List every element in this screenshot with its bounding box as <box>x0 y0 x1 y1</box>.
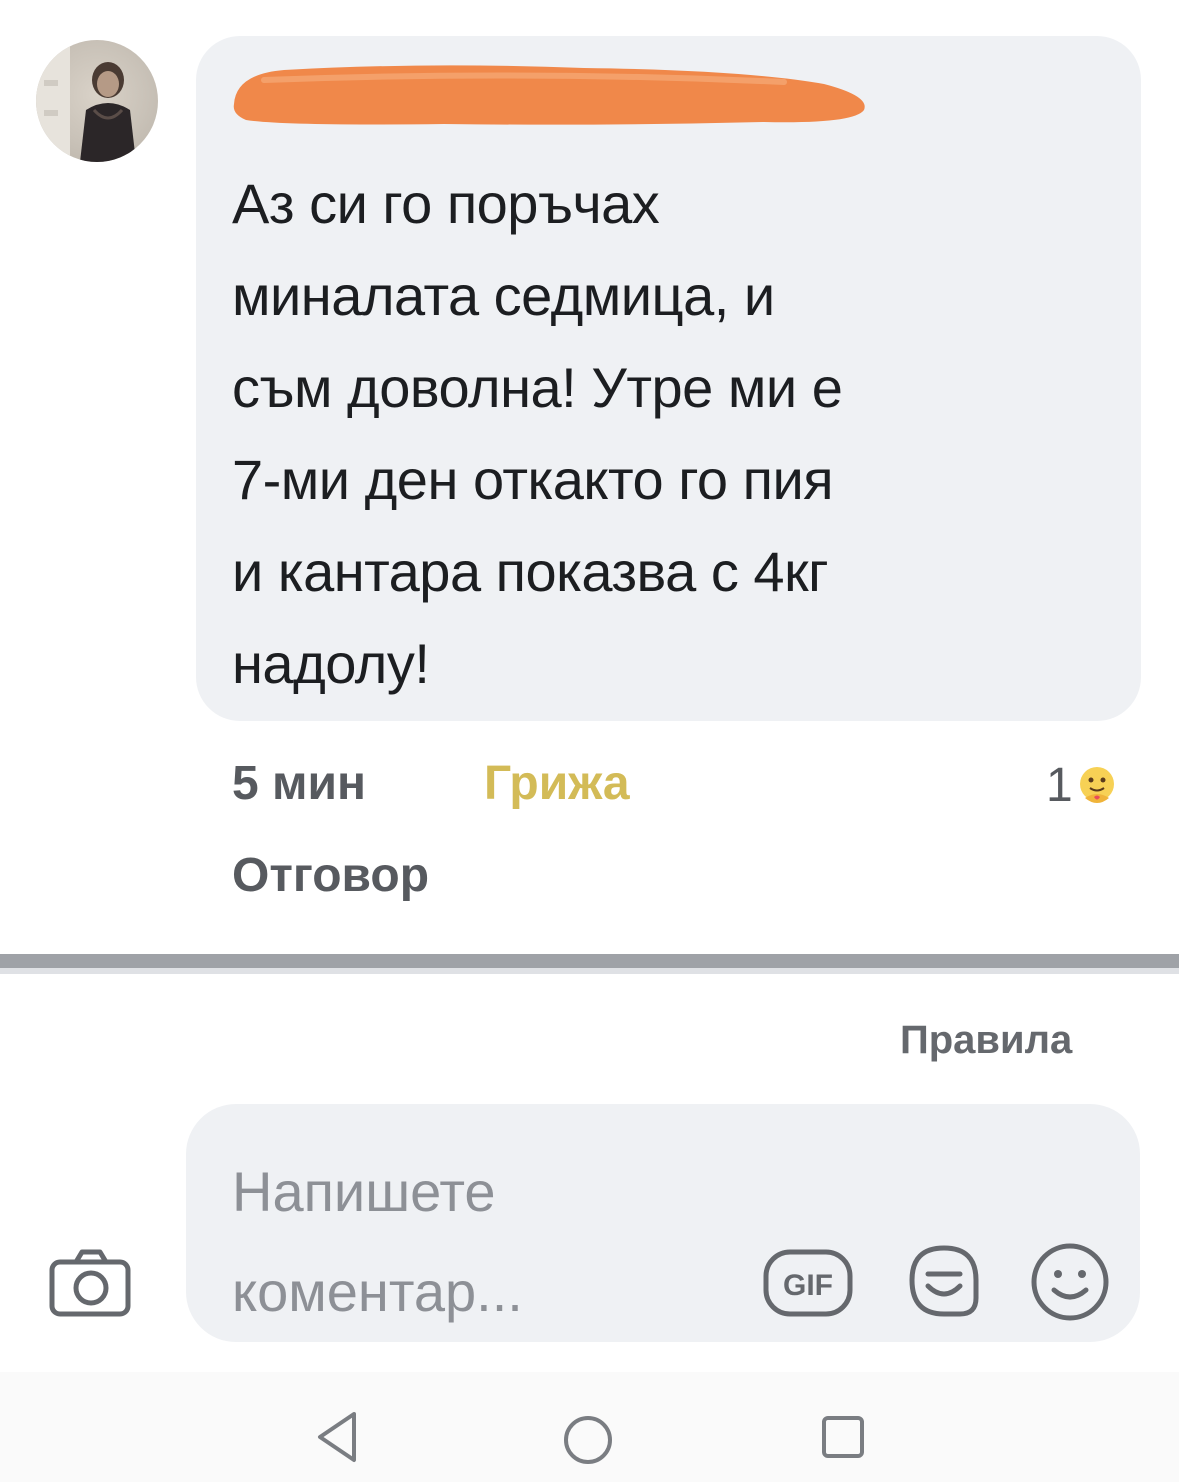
placeholder-line: коментар... <box>232 1260 523 1323</box>
avatar-photo-icon <box>36 40 136 162</box>
comment-line: и кантара показва с 4кг <box>232 540 829 603</box>
comment-input-placeholder: Напишете коментар... <box>232 1142 732 1342</box>
back-triangle-icon <box>318 1412 356 1462</box>
comment-line: надолу! <box>232 632 430 695</box>
reaction-button[interactable]: Грижа <box>484 756 630 811</box>
gif-button[interactable]: GIF <box>762 1248 854 1318</box>
home-circle-icon <box>564 1416 612 1464</box>
comment-line: 7-ми ден откакто го пия <box>232 448 834 511</box>
redacted-name-scribble <box>233 65 865 125</box>
sticker-button[interactable] <box>902 1240 986 1322</box>
comment-timestamp[interactable]: 5 мин <box>232 756 366 811</box>
comment-line: съм доволна! Утре ми е <box>232 356 843 419</box>
comment-line: миналата седмица, и <box>232 264 775 327</box>
camera-button[interactable] <box>48 1246 132 1318</box>
nav-recent-apps-button[interactable] <box>818 1412 868 1462</box>
sticker-icon <box>909 1245 979 1317</box>
camera-icon <box>49 1249 131 1317</box>
placeholder-line: Напишете <box>232 1160 496 1223</box>
reaction-count: 1 <box>1046 759 1073 812</box>
commenter-avatar[interactable] <box>36 40 158 162</box>
emoji-button[interactable] <box>1028 1240 1112 1324</box>
recent-apps-square-icon <box>822 1416 864 1458</box>
emoji-icon <box>1031 1243 1109 1321</box>
reaction-summary[interactable]: 1 <box>1046 758 1117 813</box>
nav-back-button[interactable] <box>312 1408 360 1466</box>
gif-label: GIF <box>783 1269 833 1302</box>
comment-text: Аз си го поръчах миналата седмица, и съм… <box>232 158 1112 710</box>
nav-home-button[interactable] <box>560 1412 616 1468</box>
care-emoji-icon <box>1079 766 1114 803</box>
gif-icon: GIF <box>763 1249 853 1317</box>
reply-button[interactable]: Отговор <box>232 848 429 903</box>
rules-link[interactable]: Правила <box>900 1018 1072 1063</box>
section-divider <box>0 954 1179 968</box>
comment-line: Аз си го поръчах <box>232 172 660 235</box>
